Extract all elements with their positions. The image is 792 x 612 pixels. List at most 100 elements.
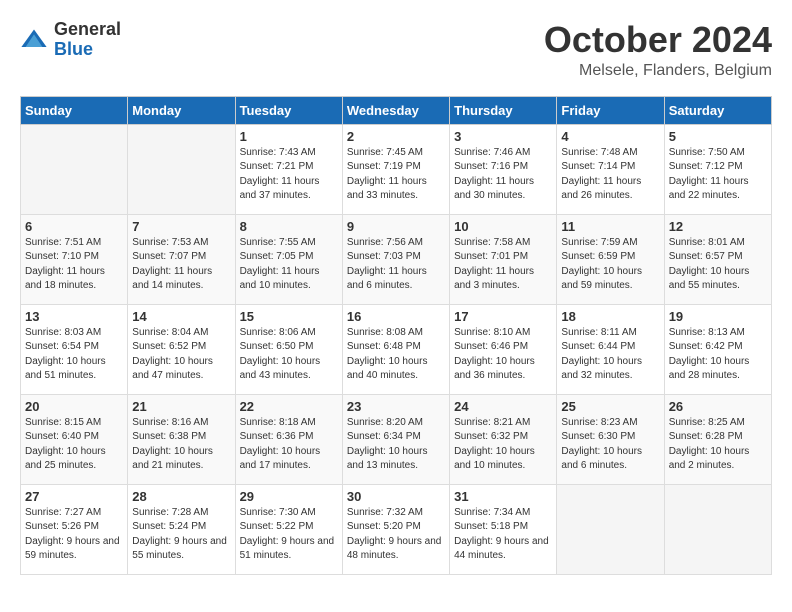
calendar-cell: 19 Sunrise: 8:13 AMSunset: 6:42 PMDayligh… (664, 304, 771, 394)
calendar-cell (557, 484, 664, 574)
day-info: Sunrise: 7:28 AMSunset: 5:24 PMDaylight:… (132, 506, 230, 564)
day-number: 26 (669, 399, 767, 414)
day-number: 30 (347, 489, 445, 504)
day-number: 11 (561, 219, 659, 234)
column-header-tuesday: Tuesday (235, 96, 342, 124)
column-header-friday: Friday (557, 96, 664, 124)
day-number: 23 (347, 399, 445, 414)
calendar-week-3: 13 Sunrise: 8:03 AMSunset: 6:54 PMDayligh… (21, 304, 772, 394)
calendar-table: SundayMondayTuesdayWednesdayThursdayFrid… (20, 96, 772, 575)
day-number: 15 (240, 309, 338, 324)
page-header: General Blue October 2024 Melsele, Fland… (20, 20, 772, 80)
column-header-thursday: Thursday (450, 96, 557, 124)
calendar-cell: 10Sunrise: 7:58 AMSunset: 7:01 PMDayligh… (450, 214, 557, 304)
month-title: October 2024 (544, 20, 772, 60)
day-number: 13 (25, 309, 123, 324)
calendar-cell: 23 Sunrise: 8:20 AMSunset: 6:34 PMDayligh… (342, 394, 449, 484)
day-info: Sunrise: 7:53 AMSunset: 7:07 PMDaylight:… (132, 236, 230, 294)
calendar-cell: 17Sunrise: 8:10 AMSunset: 6:46 PMDayligh… (450, 304, 557, 394)
calendar-week-2: 6 Sunrise: 7:51 AMSunset: 7:10 PMDaylight… (21, 214, 772, 304)
logo-icon (20, 26, 48, 54)
day-number: 14 (132, 309, 230, 324)
day-info: Sunrise: 7:50 AMSunset: 7:12 PMDaylight:… (669, 146, 767, 204)
calendar-cell: 14 Sunrise: 8:04 AMSunset: 6:52 PMDayligh… (128, 304, 235, 394)
day-info: Sunrise: 8:23 AMSunset: 6:30 PMDaylight:… (561, 416, 659, 474)
calendar-cell: 25Sunrise: 8:23 AMSunset: 6:30 PMDayligh… (557, 394, 664, 484)
calendar-cell: 4Sunrise: 7:48 AMSunset: 7:14 PMDaylight… (557, 124, 664, 214)
day-number: 31 (454, 489, 552, 504)
day-number: 17 (454, 309, 552, 324)
column-header-monday: Monday (128, 96, 235, 124)
calendar-cell (21, 124, 128, 214)
column-header-saturday: Saturday (664, 96, 771, 124)
day-number: 19 (669, 309, 767, 324)
calendar-cell: 11 Sunrise: 7:59 AMSunset: 6:59 PMDayligh… (557, 214, 664, 304)
calendar-cell: 31 Sunrise: 7:34 AMSunset: 5:18 PMDayligh… (450, 484, 557, 574)
calendar-week-4: 20 Sunrise: 8:15 AMSunset: 6:40 PMDayligh… (21, 394, 772, 484)
day-info: Sunrise: 7:45 AMSunset: 7:19 PMDaylight:… (347, 146, 445, 204)
day-info: Sunrise: 7:30 AMSunset: 5:22 PMDaylight:… (240, 506, 338, 564)
calendar-cell: 16 Sunrise: 8:08 AMSunset: 6:48 PMDayligh… (342, 304, 449, 394)
calendar-cell: 18Sunrise: 8:11 AMSunset: 6:44 PMDayligh… (557, 304, 664, 394)
day-number: 3 (454, 129, 552, 144)
day-info: Sunrise: 7:46 AMSunset: 7:16 PMDaylight:… (454, 146, 552, 204)
calendar-week-5: 27Sunrise: 7:27 AMSunset: 5:26 PMDayligh… (21, 484, 772, 574)
day-number: 6 (25, 219, 123, 234)
day-info: Sunrise: 8:15 AMSunset: 6:40 PMDaylight:… (25, 416, 123, 474)
day-number: 21 (132, 399, 230, 414)
day-number: 29 (240, 489, 338, 504)
day-info: Sunrise: 7:58 AMSunset: 7:01 PMDaylight:… (454, 236, 552, 294)
day-info: Sunrise: 8:08 AMSunset: 6:48 PMDaylight:… (347, 326, 445, 384)
calendar-cell (664, 484, 771, 574)
day-info: Sunrise: 8:21 AMSunset: 6:32 PMDaylight:… (454, 416, 552, 474)
day-number: 7 (132, 219, 230, 234)
day-number: 16 (347, 309, 445, 324)
day-number: 8 (240, 219, 338, 234)
day-number: 5 (669, 129, 767, 144)
calendar-cell: 22 Sunrise: 8:18 AMSunset: 6:36 PMDayligh… (235, 394, 342, 484)
day-info: Sunrise: 8:16 AMSunset: 6:38 PMDaylight:… (132, 416, 230, 474)
day-number: 2 (347, 129, 445, 144)
calendar-cell: 8 Sunrise: 7:55 AMSunset: 7:05 PMDaylight… (235, 214, 342, 304)
day-info: Sunrise: 8:04 AMSunset: 6:52 PMDaylight:… (132, 326, 230, 384)
calendar-cell: 24 Sunrise: 8:21 AMSunset: 6:32 PMDayligh… (450, 394, 557, 484)
calendar-cell: 21 Sunrise: 8:16 AMSunset: 6:38 PMDayligh… (128, 394, 235, 484)
day-info: Sunrise: 8:25 AMSunset: 6:28 PMDaylight:… (669, 416, 767, 474)
logo-blue: Blue (54, 40, 121, 60)
calendar-cell (128, 124, 235, 214)
calendar-cell: 20 Sunrise: 8:15 AMSunset: 6:40 PMDayligh… (21, 394, 128, 484)
calendar-cell: 15 Sunrise: 8:06 AMSunset: 6:50 PMDayligh… (235, 304, 342, 394)
calendar-cell: 3 Sunrise: 7:46 AMSunset: 7:16 PMDaylight… (450, 124, 557, 214)
day-number: 27 (25, 489, 123, 504)
calendar-cell: 7 Sunrise: 7:53 AMSunset: 7:07 PMDaylight… (128, 214, 235, 304)
day-info: Sunrise: 8:20 AMSunset: 6:34 PMDaylight:… (347, 416, 445, 474)
day-info: Sunrise: 7:51 AMSunset: 7:10 PMDaylight:… (25, 236, 123, 294)
calendar-cell: 29 Sunrise: 7:30 AMSunset: 5:22 PMDayligh… (235, 484, 342, 574)
day-info: Sunrise: 8:03 AMSunset: 6:54 PMDaylight:… (25, 326, 123, 384)
title-block: October 2024 Melsele, Flanders, Belgium (544, 20, 772, 80)
calendar-header: SundayMondayTuesdayWednesdayThursdayFrid… (21, 96, 772, 124)
calendar-body: 1 Sunrise: 7:43 AMSunset: 7:21 PMDaylight… (21, 124, 772, 574)
day-info: Sunrise: 7:59 AMSunset: 6:59 PMDaylight:… (561, 236, 659, 294)
day-info: Sunrise: 7:34 AMSunset: 5:18 PMDaylight:… (454, 506, 552, 564)
day-info: Sunrise: 8:13 AMSunset: 6:42 PMDaylight:… (669, 326, 767, 384)
calendar-cell: 9Sunrise: 7:56 AMSunset: 7:03 PMDaylight… (342, 214, 449, 304)
calendar-cell: 6 Sunrise: 7:51 AMSunset: 7:10 PMDaylight… (21, 214, 128, 304)
calendar-cell: 12Sunrise: 8:01 AMSunset: 6:57 PMDayligh… (664, 214, 771, 304)
day-number: 20 (25, 399, 123, 414)
day-info: Sunrise: 7:32 AMSunset: 5:20 PMDaylight:… (347, 506, 445, 564)
day-info: Sunrise: 8:06 AMSunset: 6:50 PMDaylight:… (240, 326, 338, 384)
day-number: 4 (561, 129, 659, 144)
day-info: Sunrise: 7:43 AMSunset: 7:21 PMDaylight:… (240, 146, 338, 204)
day-number: 24 (454, 399, 552, 414)
day-info: Sunrise: 7:55 AMSunset: 7:05 PMDaylight:… (240, 236, 338, 294)
day-number: 1 (240, 129, 338, 144)
logo-text: General Blue (54, 20, 121, 60)
calendar-week-1: 1 Sunrise: 7:43 AMSunset: 7:21 PMDaylight… (21, 124, 772, 214)
day-number: 22 (240, 399, 338, 414)
day-number: 28 (132, 489, 230, 504)
day-info: Sunrise: 7:56 AMSunset: 7:03 PMDaylight:… (347, 236, 445, 294)
day-number: 12 (669, 219, 767, 234)
day-info: Sunrise: 8:18 AMSunset: 6:36 PMDaylight:… (240, 416, 338, 474)
column-header-sunday: Sunday (21, 96, 128, 124)
